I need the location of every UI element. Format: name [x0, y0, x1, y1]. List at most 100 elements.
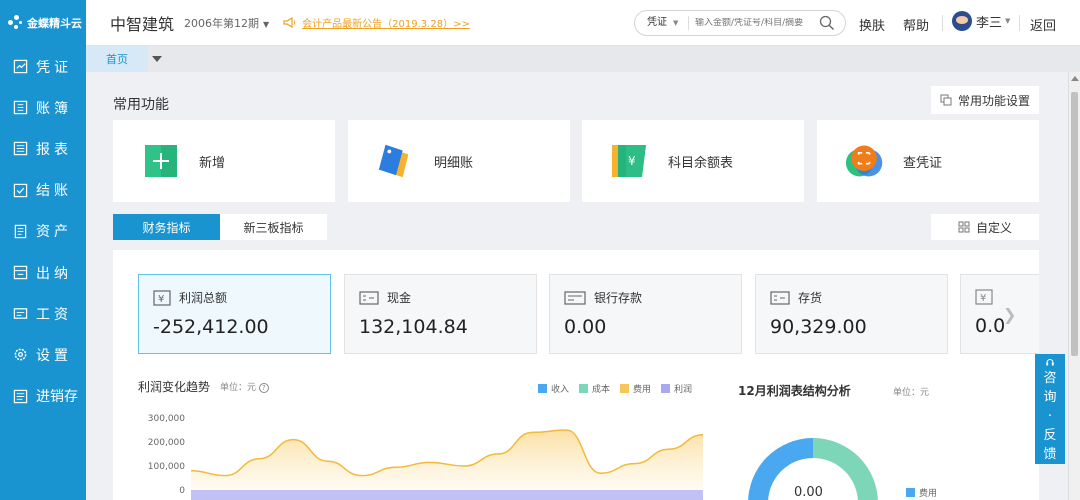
period-selector[interactable]: 2006年第12期 ▼ [184, 15, 269, 31]
func-label: 查凭证 [903, 155, 943, 171]
tab-neeq-indicators[interactable]: 新三板指标 [220, 214, 327, 240]
svg-text:¥: ¥ [980, 293, 986, 304]
search-input[interactable] [695, 18, 817, 28]
kpi-card-bank[interactable]: 银行存款 0.00 [549, 274, 742, 354]
user-menu[interactable]: 李三 ▼ [952, 11, 1010, 31]
legend-item[interactable]: 收入 [538, 382, 569, 395]
logo-text: 金蝶精斗云 [27, 17, 82, 30]
back-button[interactable]: 返回 [1030, 15, 1056, 34]
help-icon[interactable]: ? [258, 383, 269, 393]
ledger-icon [12, 100, 28, 116]
feedback-button[interactable]: 咨 询 · 反 馈 [1035, 354, 1065, 464]
feedback-char: 询 [1043, 390, 1057, 405]
notice-link[interactable]: 会计产品最新公告（2019.3.28）>> [283, 15, 470, 30]
search-icon[interactable] [819, 15, 835, 31]
donut-center-value: 0.00 [794, 485, 823, 500]
common-functions-title: 常用功能 [113, 97, 169, 113]
func-card-balance[interactable]: ¥ 科目余额表 [582, 120, 804, 202]
func-card-detail-ledger[interactable]: 明细账 [348, 120, 570, 202]
sidebar-item-label: 进销存 [36, 389, 78, 406]
closing-icon [12, 182, 28, 198]
func-card-search-voucher[interactable]: 查凭证 [817, 120, 1039, 202]
legend-item[interactable]: 成本 [579, 382, 610, 395]
headset-icon [1046, 359, 1054, 366]
tab-finance-indicators[interactable]: 财务指标 [113, 214, 220, 240]
scroll-up-icon[interactable] [1071, 76, 1079, 81]
search-type-label: 凭证 [647, 17, 667, 28]
report-icon [12, 141, 28, 157]
profit-icon: ¥ [153, 289, 171, 306]
indicator-panel: ¥ 利润总额 -252,412.00 现金 132,104.84 银行存款 0.0… [113, 250, 1039, 500]
balance-sheet-icon: ¥ [610, 141, 650, 181]
sidebar-item-label: 工资 [36, 306, 72, 323]
kpi-value: 90,329.00 [770, 316, 867, 338]
trend-title: 利润变化趋势 [138, 380, 211, 394]
legend-label: 费用 [633, 385, 652, 395]
sidebar-item-label: 资产 [36, 224, 72, 241]
func-label: 新增 [199, 155, 226, 171]
search-voucher-icon [845, 141, 885, 181]
legend-swatch [906, 488, 915, 497]
kpi-label: 利润总额 [179, 291, 228, 305]
scrollbar[interactable] [1068, 72, 1080, 500]
sidebar-item-inventory[interactable]: 进销存 [0, 376, 86, 417]
profit-trend-chart: 300,000 200,000 100,000 0 [148, 414, 704, 500]
func-label: 明细账 [434, 155, 474, 171]
sidebar-item-voucher[interactable]: 凭证 [0, 46, 86, 87]
sidebar-item-closing[interactable]: 结账 [0, 170, 86, 211]
caret-down-icon: ▼ [263, 19, 270, 29]
sidebar-item-label: 账簿 [36, 100, 72, 117]
sidebar-item-label: 设置 [36, 347, 72, 364]
grid-icon [958, 221, 970, 233]
svg-text:¥: ¥ [158, 294, 164, 305]
tab-strip: 首页 [86, 46, 1080, 72]
chevron-right-icon[interactable]: ❯ [1003, 305, 1016, 324]
sidebar-item-salary[interactable]: 工资 [0, 293, 86, 334]
series-band-profit [191, 490, 703, 500]
func-card-add[interactable]: 新增 [113, 120, 335, 202]
func-label: 科目余额表 [668, 155, 734, 171]
common-settings-button[interactable]: 常用功能设置 [931, 86, 1039, 114]
y-tick-label: 0 [179, 486, 185, 496]
kpi-card-cash[interactable]: 现金 132,104.84 [344, 274, 537, 354]
kpi-card-inventory[interactable]: 存货 90,329.00 [755, 274, 948, 354]
skin-button[interactable]: 换肤 [859, 15, 885, 34]
sidebar-item-cashier[interactable]: 出纳 [0, 252, 86, 293]
kpi-label: 存货 [798, 291, 823, 305]
company-name[interactable]: 中智建筑 [110, 11, 174, 35]
sidebar-item-asset[interactable]: 资产 [0, 211, 86, 252]
tab-home[interactable]: 首页 [86, 46, 148, 72]
kpi-label: 银行存款 [594, 291, 643, 305]
divider [1019, 15, 1020, 31]
sidebar-item-report[interactable]: 报表 [0, 128, 86, 169]
feedback-char: 咨 [1043, 371, 1057, 386]
help-button[interactable]: 帮助 [903, 15, 929, 34]
caret-down-icon: ▼ [673, 19, 679, 27]
bank-card-icon [564, 290, 586, 305]
logo-icon [8, 15, 24, 31]
kpi-label: 现金 [387, 291, 412, 305]
sidebar-item-ledger[interactable]: 账簿 [0, 87, 86, 128]
add-icon [141, 141, 181, 181]
user-name: 李三 [976, 15, 1003, 31]
legend-swatch [620, 384, 629, 393]
legend-swatch [579, 384, 588, 393]
notice-text: 会计产品最新公告（2019.3.28）>> [302, 19, 470, 30]
search-type-select[interactable]: 凭证 ▼ [635, 16, 689, 30]
kpi-card-profit[interactable]: ¥ 利润总额 -252,412.00 [138, 274, 331, 354]
search-box[interactable]: 凭证 ▼ [634, 10, 846, 36]
donut-legend[interactable]: 费用 [906, 486, 937, 499]
sidebar-item-settings[interactable]: 设置 [0, 334, 86, 375]
legend-item[interactable]: 费用 [620, 382, 651, 395]
legend-item[interactable]: 利润 [661, 382, 692, 395]
tab-dropdown-icon[interactable] [152, 56, 162, 62]
kpi-value: -252,412.00 [153, 316, 269, 338]
scrollbar-thumb[interactable] [1071, 92, 1078, 356]
logo[interactable]: 金蝶精斗云 [0, 0, 86, 46]
cashier-icon [12, 265, 28, 281]
legend-label: 收入 [551, 385, 570, 395]
kpi-card-partial[interactable]: ¥ 0.0 [960, 274, 1039, 354]
inventory-icon [12, 388, 28, 404]
customize-button[interactable]: 自定义 [931, 214, 1039, 240]
y-tick-label: 300,000 [148, 414, 185, 424]
